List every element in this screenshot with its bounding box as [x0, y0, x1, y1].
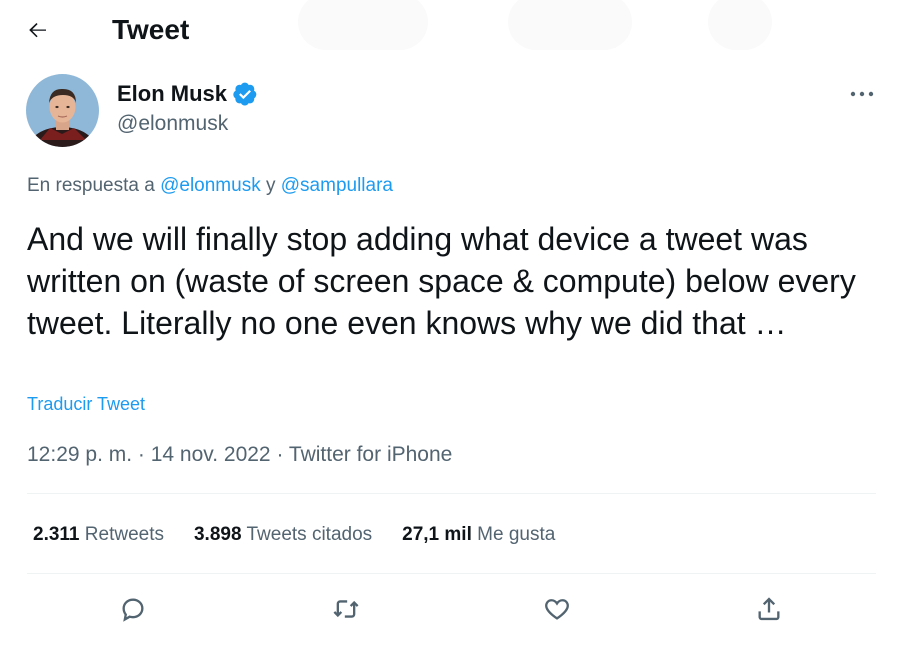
reply-prefix: En respuesta a	[27, 175, 161, 196]
engagement-stats: 2.311 Retweets 3.898 Tweets citados 27,1…	[33, 520, 585, 550]
retweet-button[interactable]	[325, 588, 367, 630]
avatar[interactable]	[26, 74, 99, 147]
verified-badge-icon	[233, 82, 257, 106]
reply-connector: y	[260, 175, 281, 196]
retweets-count: 2.311	[33, 524, 80, 545]
quote-tweets-label: Tweets citados	[246, 524, 373, 545]
likes-label: Me gusta	[477, 524, 556, 545]
reply-bubble-icon	[122, 598, 144, 622]
reply-button[interactable]	[112, 588, 154, 630]
author-name-text: Elon Musk	[117, 81, 228, 106]
faded-toolbar-element	[508, 0, 632, 50]
tweet-source[interactable]: Twitter for iPhone	[289, 443, 452, 466]
divider	[27, 493, 876, 494]
avatar-image	[26, 74, 99, 147]
tweet-date[interactable]: 14 nov. 2022	[151, 443, 271, 466]
heart-icon	[545, 599, 569, 620]
divider	[27, 573, 876, 574]
more-dots-icon	[850, 91, 874, 97]
back-button[interactable]	[20, 12, 56, 48]
reply-context: En respuesta a @elonmusk y @sampullara	[27, 172, 393, 200]
author-name[interactable]: Elon Musk	[117, 80, 258, 108]
mention-link[interactable]: @elonmusk	[160, 175, 261, 196]
mention-link[interactable]: @sampullara	[281, 175, 393, 196]
retweet-icon	[333, 600, 359, 618]
likes-stat[interactable]: 27,1 mil Me gusta	[402, 524, 555, 546]
more-options-button[interactable]	[846, 82, 878, 106]
share-icon	[758, 597, 780, 621]
arrow-left-icon	[29, 23, 46, 38]
tweet-actions-bar	[0, 588, 900, 630]
retweets-label: Retweets	[84, 524, 164, 545]
page-title: Tweet	[112, 14, 190, 45]
like-button[interactable]	[536, 588, 578, 630]
faded-toolbar-element	[708, 0, 772, 50]
share-button[interactable]	[748, 588, 790, 630]
meta-separator: ·	[270, 443, 289, 466]
tweet-detail-page: Tweet Elon Musk @elonmusk En respuesta a…	[0, 0, 900, 645]
likes-count: 27,1 mil	[402, 524, 472, 545]
tweet-text: And we will finally stop adding what dev…	[27, 221, 856, 341]
translate-tweet-link[interactable]: Traducir Tweet	[27, 391, 145, 417]
header-bar: Tweet	[0, 0, 900, 60]
meta-separator: ·	[132, 443, 151, 466]
faded-toolbar-element	[298, 0, 428, 50]
quote-tweets-count: 3.898	[193, 524, 242, 545]
retweets-stat[interactable]: 2.311 Retweets	[33, 524, 164, 546]
tweet-time[interactable]: 12:29 p. m.	[27, 443, 132, 466]
tweet-metadata: 12:29 p. m. · 14 nov. 2022 · Twitter for…	[27, 440, 452, 470]
quote-tweets-stat[interactable]: 3.898 Tweets citados	[194, 524, 372, 546]
author-handle[interactable]: @elonmusk	[117, 110, 228, 138]
